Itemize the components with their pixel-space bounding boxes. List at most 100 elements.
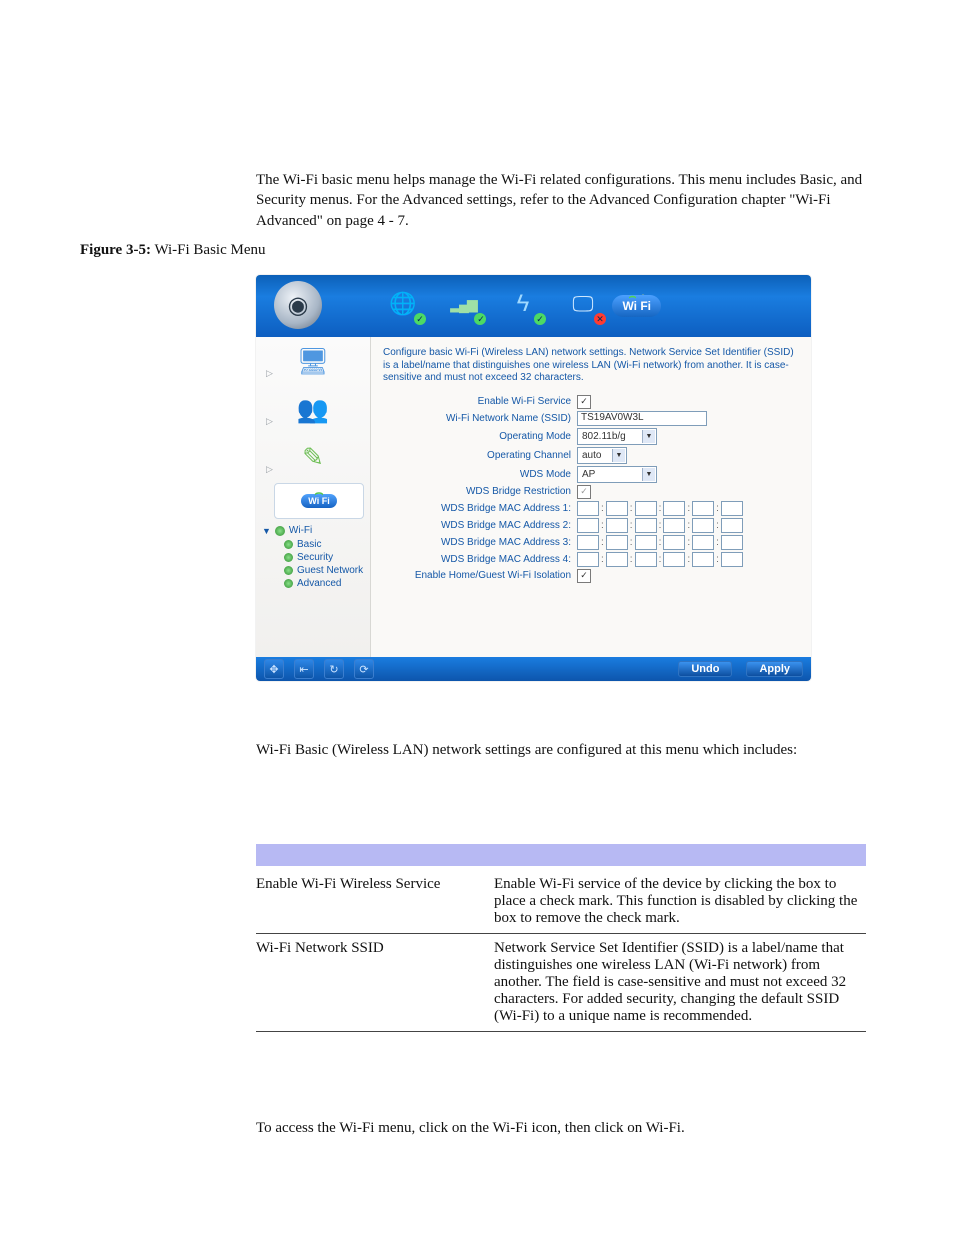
nav-label: Wi-Fi [289,525,312,536]
mac-octet-input[interactable] [606,535,628,550]
wds-mac-1-label: WDS Bridge MAC Address 1: [383,503,577,514]
nav-item-security[interactable]: Security [284,551,366,564]
operating-mode-select[interactable]: 802.11b/g [577,428,657,445]
mac-octet-input[interactable] [663,501,685,516]
nav-tree-root-wifi[interactable]: ▼ Wi-Fi [262,523,366,538]
mac-octet-input[interactable] [692,518,714,533]
definition-term: Wi-Fi Network SSID [256,934,494,1032]
wds-mode-label: WDS Mode [383,469,577,480]
bullet-icon [284,579,293,588]
mac-octet-input[interactable] [721,535,743,550]
figure-label-title: Wi-Fi Basic Menu [151,242,266,258]
wds-mac-2-label: WDS Bridge MAC Address 2: [383,520,577,531]
mac-octet-input[interactable] [663,518,685,533]
mac-octet-input[interactable] [635,552,657,567]
footer-reload-icon[interactable]: ⟳ [354,659,374,679]
mac-octet-input[interactable] [606,552,628,567]
mac-octet-input[interactable] [577,535,599,550]
mac-octet-input[interactable] [692,552,714,567]
figure-caption: Figure 3-5: Wi-Fi Basic Menu [80,242,266,259]
pc-icon[interactable]: ▷🖥 [256,337,370,385]
nav-item-guest-network[interactable]: Guest Network [284,564,366,577]
operating-mode-label: Operating Mode [383,431,577,442]
wds-mac-2-input-group: : : : : : [577,518,743,533]
globe-icon[interactable]: 🌐✓ [384,281,422,327]
antenna-icon[interactable]: ϟ✓ [504,281,542,327]
wds-restriction-label: WDS Bridge Restriction [383,486,577,497]
mac-octet-input[interactable] [692,501,714,516]
apply-button[interactable]: Apply [746,661,803,677]
panel-description: Configure basic Wi-Fi (Wireless LAN) net… [383,347,797,385]
mac-octet-input[interactable] [577,501,599,516]
table-row: Enable Wi-Fi Wireless Service Enable Wi-… [256,870,866,934]
monitor-icon[interactable]: 🖵✕ [564,281,602,327]
isolation-checkbox[interactable]: ✓ [577,569,591,583]
nav-item-advanced[interactable]: Advanced [284,577,366,590]
mac-octet-input[interactable] [635,518,657,533]
footer-refresh-icon[interactable]: ↻ [324,659,344,679]
nav-label: Basic [297,539,321,550]
people-icon[interactable]: ▷👥 [256,385,370,433]
footer-back-icon[interactable]: ⇤ [294,659,314,679]
nav-label: Security [297,552,333,563]
wifi-header-pill[interactable]: ⌢ Wi Fi [612,295,661,317]
ssid-label: Wi-Fi Network Name (SSID) [383,413,577,424]
router-header: ◉ 🌐✓ ▂▄▆✓ ϟ✓ 🖵✕ ⚙ ⌢ Wi Fi [256,275,811,337]
status-dot-icon: ✓ [414,313,426,325]
router-footer: ✥ ⇤ ↻ ⟳ Undo Apply [256,657,811,681]
wds-mac-4-input-group: : : : : : [577,552,743,567]
status-dot-icon: ✓ [534,313,546,325]
mac-octet-input[interactable] [635,535,657,550]
mac-octet-input[interactable] [606,518,628,533]
mac-octet-input[interactable] [663,552,685,567]
definition-description: Enable Wi-Fi service of the device by cl… [494,870,866,934]
expand-icon: ▷ [266,368,273,379]
mac-octet-input[interactable] [721,501,743,516]
intro-paragraph: The Wi-Fi basic menu helps manage the Wi… [256,170,866,231]
table-header-band [256,844,866,866]
bullet-icon [284,540,293,549]
ssid-input[interactable]: TS19AV0W3L [577,411,707,426]
footer-expand-icon[interactable]: ✥ [264,659,284,679]
mac-octet-input[interactable] [692,535,714,550]
mac-octet-input[interactable] [663,535,685,550]
router-admin-screenshot: ◉ 🌐✓ ▂▄▆✓ ϟ✓ 🖵✕ ⚙ ⌢ Wi Fi ▷🖥 ▷👥 ▷✎ [256,275,811,681]
nav-tree: ▼ Wi-Fi Basic Security Guest Network Adv… [256,519,370,598]
enable-wifi-checkbox[interactable]: ✓ [577,395,591,409]
nav-item-basic[interactable]: Basic [284,538,366,551]
expand-icon: ▷ [266,416,273,427]
wds-mac-1-input-group: : : : : : [577,501,743,516]
mac-octet-input[interactable] [606,501,628,516]
undo-button[interactable]: Undo [678,661,732,677]
enable-wifi-label: Enable Wi-Fi Service [383,396,577,407]
settings-panel: Configure basic Wi-Fi (Wireless LAN) net… [371,337,811,657]
sidebar: ▷🖥 ▷👥 ▷✎ ⌢Wi Fi ▼ Wi-Fi Basic Security [256,337,371,657]
wds-mode-select[interactable]: AP [577,466,657,483]
wifi-section-tile[interactable]: ⌢Wi Fi [274,483,364,519]
mac-octet-input[interactable] [721,518,743,533]
status-dot-icon: ✕ [594,313,606,325]
mac-octet-input[interactable] [577,518,599,533]
mac-octet-input[interactable] [721,552,743,567]
mac-octet-input[interactable] [635,501,657,516]
expand-icon: ▷ [266,464,273,475]
tools-icon[interactable]: ▷✎ [256,433,370,481]
wds-mac-3-label: WDS Bridge MAC Address 3: [383,537,577,548]
wifi-arc-icon: ⌢ [314,484,323,501]
bullet-icon [284,553,293,562]
wds-mac-3-input-group: : : : : : [577,535,743,550]
mac-octet-input[interactable] [577,552,599,567]
definitions-table: Enable Wi-Fi Wireless Service Enable Wi-… [256,870,866,1032]
status-dot-icon: ✓ [474,313,486,325]
operating-channel-select[interactable]: auto [577,447,627,464]
signal-icon[interactable]: ▂▄▆✓ [444,281,482,327]
definition-term: Enable Wi-Fi Wireless Service [256,870,494,934]
definition-description: Network Service Set Identifier (SSID) is… [494,934,866,1032]
nav-label: Advanced [297,578,341,589]
isolation-label: Enable Home/Guest Wi-Fi Isolation [383,570,577,581]
operating-channel-label: Operating Channel [383,450,577,461]
post-figure-paragraph: Wi-Fi Basic (Wireless LAN) network setti… [256,740,866,760]
bullet-icon [284,566,293,575]
collapse-icon: ▼ [262,526,271,536]
wds-restriction-checkbox[interactable]: ✓ [577,485,591,499]
